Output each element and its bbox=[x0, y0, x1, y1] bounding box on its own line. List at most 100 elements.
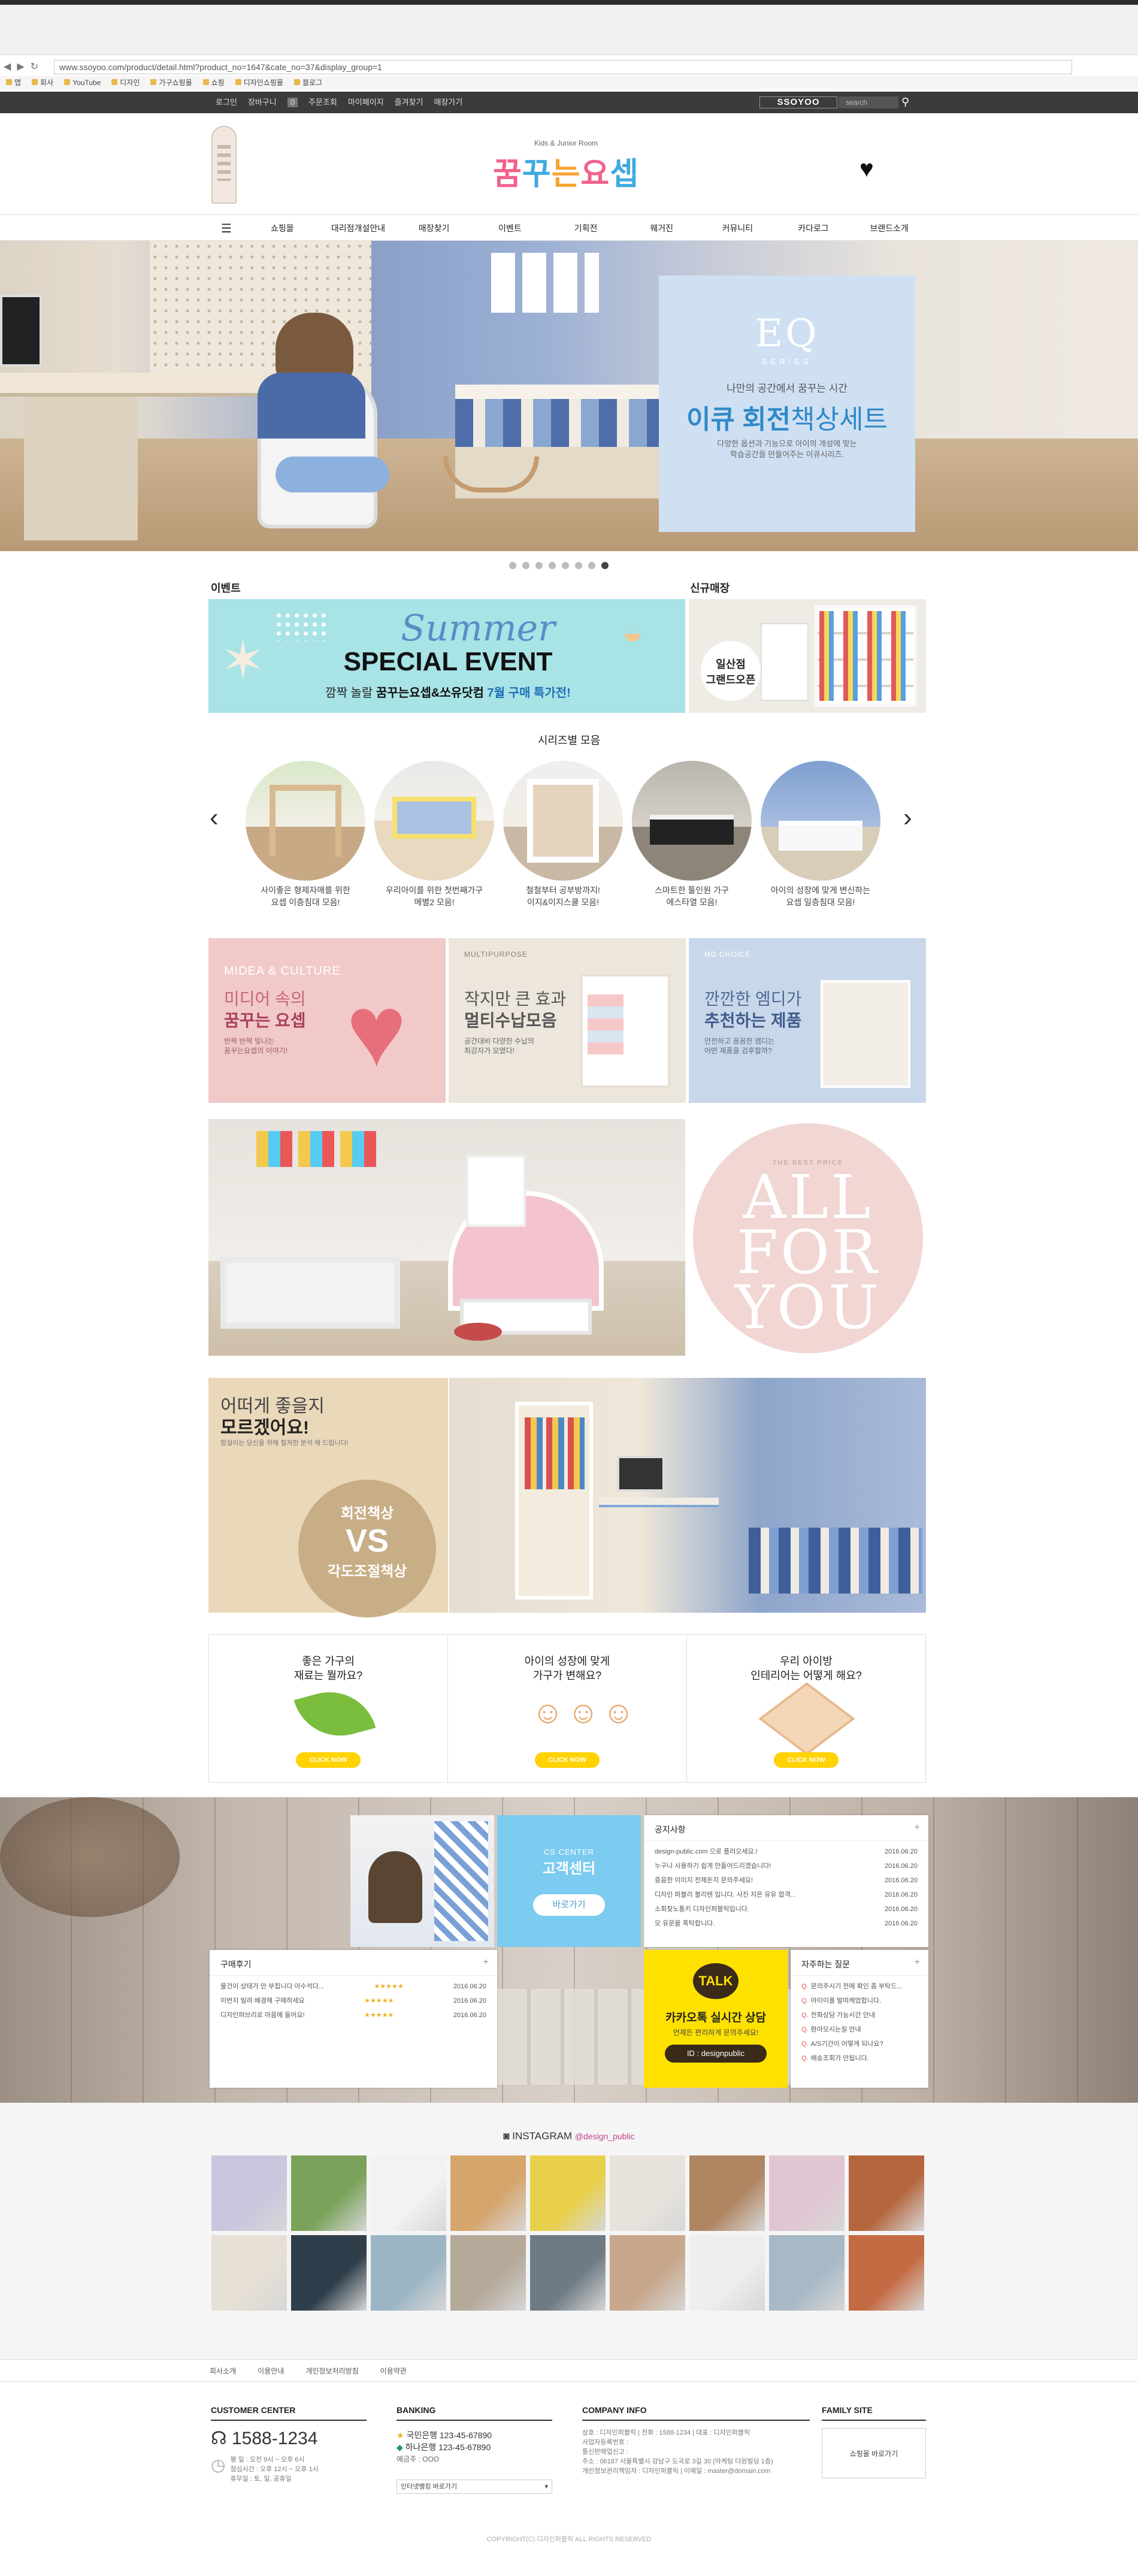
favorite-link[interactable]: 즐겨찾기 bbox=[395, 92, 423, 113]
next-arrow-icon[interactable]: › bbox=[903, 803, 912, 833]
desk-room-photo[interactable] bbox=[449, 1378, 926, 1613]
tip-growth[interactable]: 아이의 성장에 맞게 가구가 변해요? ☺☺☺ CLICK NOW bbox=[448, 1635, 687, 1782]
reload-icon[interactable]: ↻ bbox=[31, 60, 38, 74]
forward-icon[interactable]: ▶ bbox=[17, 60, 24, 74]
bookmark[interactable]: 쇼핑 bbox=[203, 76, 225, 89]
mdchoice-category-banner[interactable]: MD CHOICE 깐깐한 엠디가 추천하는 제품 안전하고 꼼꼼한 엠디는 어떤 … bbox=[689, 938, 926, 1103]
cs-center-card[interactable]: CS CENTER 고객센터 바로가기 bbox=[497, 1815, 641, 1947]
faq-row[interactable]: Q. 전화상담 가능시간 안내 bbox=[791, 2008, 928, 2022]
search-input[interactable]: search bbox=[839, 96, 898, 108]
hamburger-menu-icon[interactable]: ☰ bbox=[208, 221, 244, 236]
nav-item-event[interactable]: 이벤트 bbox=[472, 222, 548, 234]
family-site-button[interactable]: 쇼핑몰 바로가기 bbox=[822, 2428, 926, 2478]
media-category-banner[interactable]: MIDEA & CULTURE 미디어 속의 꿈꾸는 요셉 반짝 반짝 빛나는 꿈꾸… bbox=[208, 938, 446, 1103]
series-item[interactable]: 우리아이를 위한 첫번째가구 메별2 모음! bbox=[374, 761, 494, 908]
instagram-photo[interactable] bbox=[610, 2155, 685, 2231]
order-lookup-link[interactable]: 주문조회 bbox=[308, 92, 337, 113]
desk-compare-banner[interactable]: 어떠게 좋을지 모르겠어요! 망설이는 당신을 위해 철저한 분석 해 드립니다… bbox=[208, 1378, 448, 1617]
tip-materials[interactable]: 좋은 가구의 재료는 뭘까요? CLICK NOW bbox=[209, 1635, 448, 1782]
bookmark[interactable]: 회사 bbox=[32, 76, 53, 89]
instagram-photo[interactable] bbox=[371, 2155, 446, 2231]
review-row[interactable]: 이번지 빌려 배경해 구매하세요 ★★★★★ 2016.06.20 bbox=[210, 1994, 497, 2008]
instagram-photo[interactable] bbox=[211, 2235, 287, 2311]
login-link[interactable]: 로그인 bbox=[216, 92, 237, 113]
footer-link-terms[interactable]: 이용약관 bbox=[380, 2360, 407, 2383]
kakao-talk-card[interactable]: TALK 카카오톡 실시간 상담 언제든 편리하게 문의주세요! ID : de… bbox=[644, 1950, 788, 2088]
series-item[interactable]: 철철부터 공부방까지! 이지&이지스쿨 모음! bbox=[503, 761, 623, 908]
footer-link-about[interactable]: 회사소개 bbox=[210, 2360, 236, 2383]
prev-arrow-icon[interactable]: ‹ bbox=[210, 803, 219, 833]
instagram-photo[interactable] bbox=[291, 2235, 367, 2311]
slider-dot[interactable] bbox=[549, 562, 556, 569]
instagram-photo[interactable] bbox=[769, 2155, 845, 2231]
nav-item-webzine[interactable]: 웨거진 bbox=[624, 222, 700, 234]
brand-logo[interactable]: SSOYOO bbox=[759, 96, 837, 108]
click-now-button[interactable]: CLICK NOW bbox=[774, 1752, 839, 1768]
search-icon[interactable]: ⚲ bbox=[901, 96, 909, 108]
address-bar[interactable]: www.ssoyoo.com/product/detail.html?produ… bbox=[54, 60, 1072, 74]
footer-link-privacy[interactable]: 개인정보처리방침 bbox=[305, 2360, 358, 2383]
mypage-link[interactable]: 마이페이지 bbox=[348, 92, 384, 113]
notice-row[interactable]: design-public.com 으로 플러오세요.! 2016.06.20 bbox=[644, 1845, 928, 1859]
bookmark[interactable]: 블로그 bbox=[294, 76, 322, 89]
instagram-photo[interactable] bbox=[769, 2235, 845, 2311]
faq-row[interactable]: Q. 환아모시는질 안내 bbox=[791, 2022, 928, 2037]
notice-row[interactable]: 디자인 퍼블리 블리텐 입니다. 사진 지은 유유 합격... 2016.06.2… bbox=[644, 1888, 928, 1902]
instagram-photo[interactable] bbox=[530, 2235, 606, 2311]
nav-item-brand[interactable]: 브랜드소개 bbox=[851, 222, 927, 234]
instagram-photo[interactable] bbox=[371, 2235, 446, 2311]
instagram-handle[interactable]: @design_public bbox=[575, 2131, 635, 2141]
faq-row[interactable]: Q. 아이이를 발마케었합니다. bbox=[791, 1994, 928, 2008]
instagram-photo[interactable] bbox=[610, 2235, 685, 2311]
internet-banking-select[interactable]: 인터넷뱅킹 바로가기 ▾ bbox=[397, 2480, 552, 2494]
instagram-photo[interactable] bbox=[450, 2235, 526, 2311]
instagram-photo[interactable] bbox=[849, 2235, 924, 2311]
review-row[interactable]: 디자인퍼브리로 마음에 들어요! ★★★★★ 2016.06.20 bbox=[210, 2008, 497, 2022]
newstore-banner[interactable]: 일산점 그랜드오픈 bbox=[689, 599, 926, 713]
instagram-photo[interactable] bbox=[291, 2155, 367, 2231]
plus-icon[interactable]: + bbox=[915, 1957, 920, 1968]
nav-item-community[interactable]: 커뮤니티 bbox=[700, 222, 776, 234]
tip-interior[interactable]: 우리 아이방 인테리어는 어떻게 해요? CLICK NOW bbox=[687, 1635, 925, 1782]
nav-item-dealer[interactable]: 대리점개설안내 bbox=[320, 222, 397, 234]
event-banner[interactable]: ✶ ◒ Summer SPECIAL EVENT 깜짝 놀랄 꿈꾸는요셉&쏘유닷… bbox=[208, 599, 685, 713]
kids-room-photo[interactable] bbox=[208, 1119, 685, 1356]
plus-icon[interactable]: + bbox=[483, 1957, 489, 1968]
review-row[interactable]: 물건이 상태가 안 부칩니다 아수석다... ★★★★★ 2016.06.20 bbox=[210, 1979, 497, 1994]
instagram-photo[interactable] bbox=[530, 2155, 606, 2231]
faq-row[interactable]: Q. 배송조회가 안됩니다. bbox=[791, 2051, 928, 2066]
slider-dot[interactable] bbox=[522, 562, 529, 569]
slider-dot[interactable] bbox=[601, 562, 609, 569]
nav-item-stores[interactable]: 매장찾기 bbox=[396, 222, 472, 234]
multipurpose-category-banner[interactable]: MULTIPURPOSE 작지만 큰 효과 멀티수납모음 공간대비 다양한 수납의… bbox=[449, 938, 686, 1103]
series-item[interactable]: 아이의 성장에 맞게 변신하는 요셉 일층침대 모음! bbox=[761, 761, 880, 908]
instagram-photo[interactable] bbox=[211, 2155, 287, 2231]
footer-link-guide[interactable]: 이용안내 bbox=[258, 2360, 284, 2383]
kakao-id-button[interactable]: ID : designpublic bbox=[665, 2045, 767, 2063]
bookmark[interactable]: 앱 bbox=[6, 76, 21, 89]
plus-icon[interactable]: + bbox=[915, 1822, 920, 1833]
cart-link[interactable]: 장바구니 bbox=[248, 92, 277, 113]
instagram-photo[interactable] bbox=[849, 2155, 924, 2231]
slider-dot[interactable] bbox=[535, 562, 543, 569]
series-item[interactable]: 스마트한 툴인원 가구 에스타열 모음! bbox=[632, 761, 752, 908]
bookmark[interactable]: 가구쇼핑몰 bbox=[150, 76, 192, 89]
cs-go-button[interactable]: 바로가기 bbox=[533, 1894, 605, 1916]
all-for-you-banner[interactable]: THE BEST PRICE ALL FOR YOU bbox=[693, 1123, 923, 1353]
slider-dot[interactable] bbox=[588, 562, 595, 569]
notice-row[interactable]: 소회찾노통키 디자인퍼블릭입니다. 2016.06.20 bbox=[644, 1902, 928, 1916]
series-item[interactable]: 사이좋은 형제자매를 위한 요셉 이층침대 모음! bbox=[246, 761, 365, 908]
instagram-photo[interactable] bbox=[450, 2155, 526, 2231]
nav-item-catalog[interactable]: 카다로그 bbox=[776, 222, 852, 234]
nav-item-promotion[interactable]: 기획전 bbox=[548, 222, 624, 234]
slider-dot[interactable] bbox=[562, 562, 569, 569]
click-now-button[interactable]: CLICK NOW bbox=[296, 1752, 361, 1768]
heart-icon[interactable]: ♥ bbox=[859, 157, 883, 181]
click-now-button[interactable]: CLICK NOW bbox=[535, 1752, 600, 1768]
hero-slider[interactable]: EQ SERIES 나만의 공간에서 꿈꾸는 시간 이큐 회전책상세트 다양한 … bbox=[0, 241, 1138, 551]
store-link[interactable]: 매장가기 bbox=[434, 92, 462, 113]
house-logo-icon[interactable] bbox=[211, 126, 237, 204]
bookmark[interactable]: YouTube bbox=[64, 76, 101, 89]
site-logo[interactable]: 꿈꾸는요셉 bbox=[491, 149, 641, 193]
slider-dot[interactable] bbox=[509, 562, 516, 569]
